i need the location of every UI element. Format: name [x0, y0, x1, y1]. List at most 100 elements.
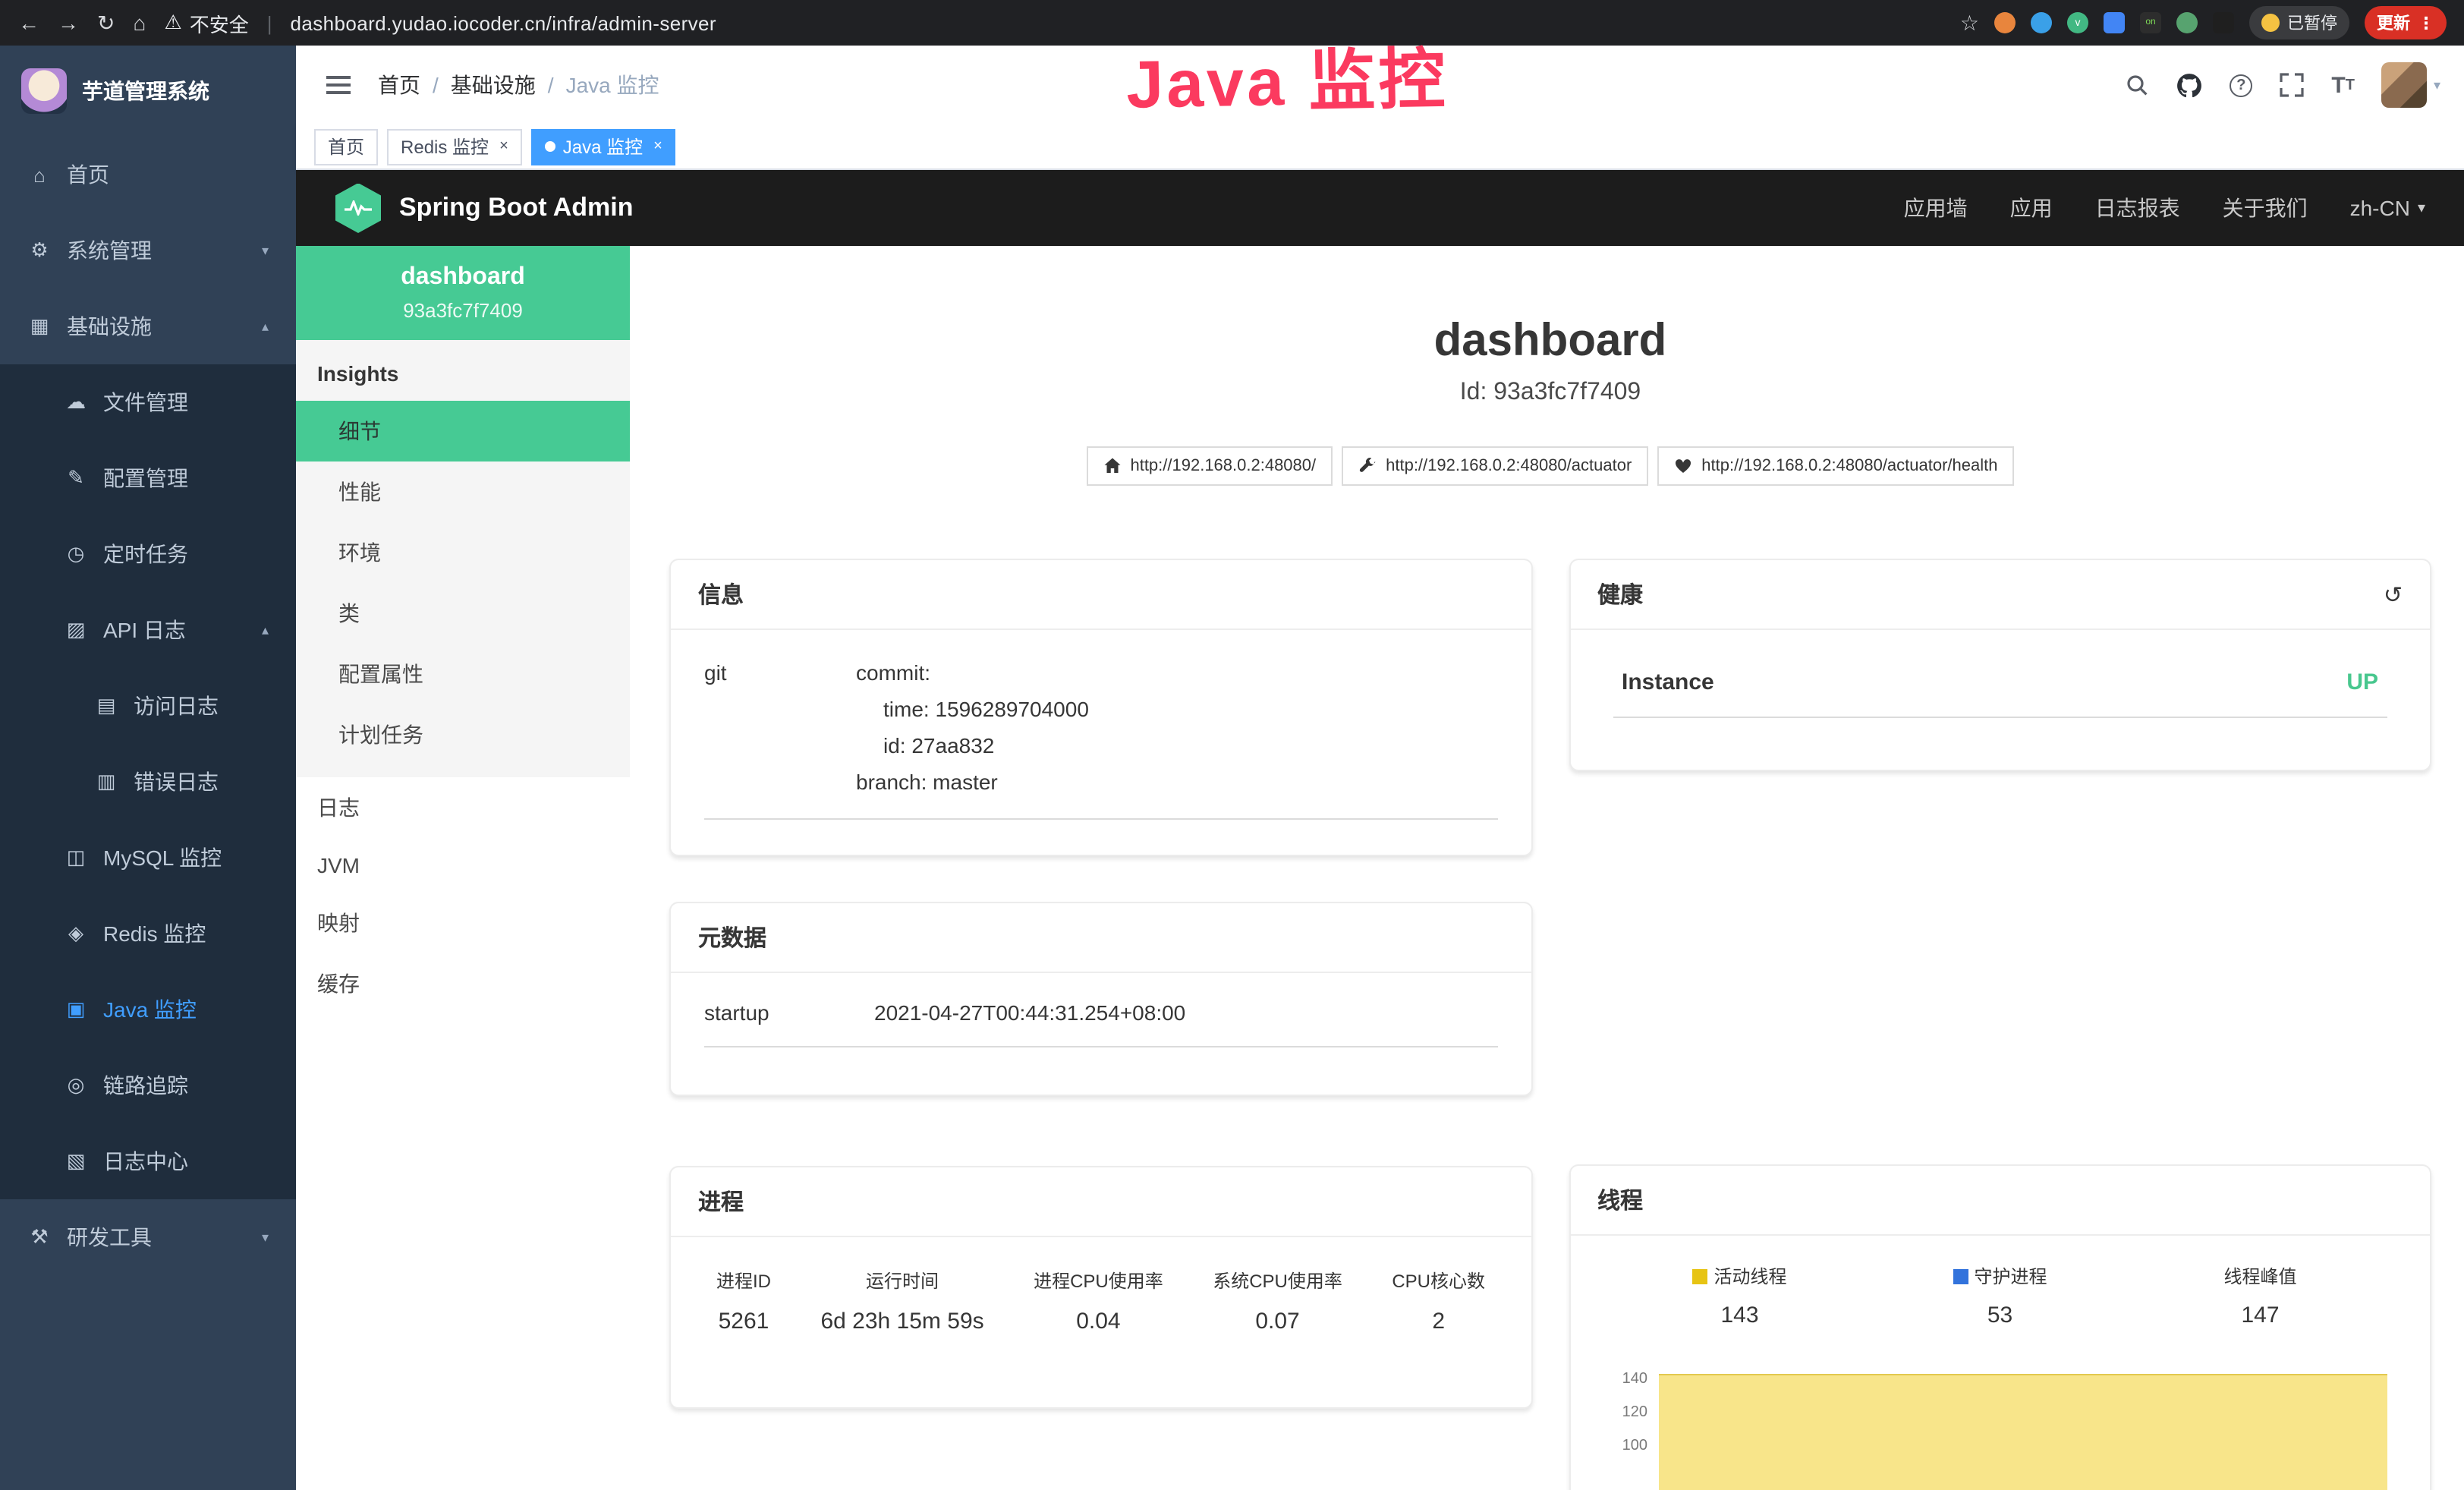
infrastructure-icon: ▦ — [27, 314, 52, 339]
profile-paused-badge[interactable]: 已暂停 — [2249, 6, 2349, 39]
sidebar-item-label: 定时任务 — [103, 539, 188, 569]
breadcrumb-item-home[interactable]: 首页 — [378, 70, 420, 100]
extension-drop-icon[interactable] — [2031, 12, 2052, 33]
avatar[interactable]: ▾ — [2382, 62, 2440, 108]
sidebar-item-log-center[interactable]: ▧ 日志中心 — [0, 1123, 296, 1199]
legend-label: 守护进程 — [1974, 1263, 2047, 1289]
sba-item-scheduled[interactable]: 计划任务 — [296, 704, 630, 765]
sba-app-header[interactable]: dashboard 93a3fc7f7409 — [296, 246, 630, 340]
health-url-link[interactable]: http://192.168.0.2:48080/actuator/health — [1657, 446, 2014, 486]
sba-nav-about[interactable]: 关于我们 — [2223, 193, 2308, 223]
service-url-link[interactable]: http://192.168.0.2:48080/ — [1086, 446, 1333, 486]
chrome-update-button[interactable]: 更新 ⋮ — [2365, 6, 2447, 39]
reload-icon[interactable]: ↻ — [97, 10, 115, 36]
sidebar-item-label: 文件管理 — [103, 387, 188, 417]
instance-label: Instance — [1622, 669, 1714, 695]
sidebar-item-label: 首页 — [67, 159, 109, 190]
sidebar-item-infrastructure[interactable]: ▦ 基础设施 ▴ — [0, 288, 296, 364]
address-bar[interactable]: dashboard.yudao.iocoder.cn/infra/admin-s… — [291, 11, 716, 34]
live-threads-area — [1658, 1374, 2387, 1490]
sidebar-item-home[interactable]: ⌂ 首页 — [0, 137, 296, 213]
sidebar-item-error-logs[interactable]: ▥ 错误日志 — [0, 744, 296, 820]
metric-value: 5261 — [716, 1309, 771, 1334]
mysql-icon: ◫ — [64, 846, 88, 870]
sba-brand-label: Spring Boot Admin — [399, 193, 634, 223]
chart-y-axis: 140 120 100 — [1603, 1362, 1658, 1490]
sidebar-item-redis-monitor[interactable]: ◈ Redis 监控 — [0, 896, 296, 972]
sba-item-environment[interactable]: 环境 — [296, 522, 630, 583]
sba-sidebar: dashboard 93a3fc7f7409 Insights 细节 性能 环境… — [296, 246, 630, 1490]
info-key: git — [704, 654, 856, 800]
breadcrumb-item-infrastructure[interactable]: 基础设施 — [451, 70, 536, 100]
back-icon[interactable]: ← — [18, 11, 39, 35]
sba-item-metrics[interactable]: 性能 — [296, 461, 630, 522]
history-icon[interactable]: ↺ — [2384, 581, 2403, 608]
extension-orange-icon[interactable] — [1994, 12, 2016, 33]
actuator-url-link[interactable]: http://192.168.0.2:48080/actuator — [1342, 446, 1648, 486]
sidebar-item-file-management[interactable]: ☁ 文件管理 — [0, 364, 296, 440]
url-separator: | — [267, 11, 272, 34]
sidebar-item-access-logs[interactable]: ▤ 访问日志 — [0, 668, 296, 744]
tab-java-monitor[interactable]: Java 监控 × — [531, 128, 676, 165]
close-icon[interactable]: × — [653, 138, 662, 155]
sidebar-item-java-monitor[interactable]: ▣ Java 监控 — [0, 972, 296, 1047]
close-icon[interactable]: × — [499, 138, 508, 155]
font-size-icon[interactable]: TT — [2331, 72, 2355, 98]
sba-item-logs[interactable]: 日志 — [296, 777, 630, 838]
sidebar-item-trace[interactable]: ◎ 链路追踪 — [0, 1047, 296, 1123]
fullscreen-icon[interactable] — [2280, 73, 2304, 97]
forward-icon[interactable]: → — [58, 11, 79, 35]
search-icon[interactable] — [2125, 73, 2149, 97]
metric-value: 0.07 — [1213, 1309, 1342, 1334]
github-icon[interactable] — [2176, 72, 2202, 98]
sba-nav-journal[interactable]: 日志报表 — [2095, 193, 2180, 223]
sba-item-caches[interactable]: 缓存 — [296, 953, 630, 1014]
sidebar-item-label: 链路追踪 — [103, 1070, 188, 1101]
chart-plot-area — [1658, 1362, 2396, 1490]
startup-row: startup 2021-04-27T00:44:31.254+08:00 — [704, 997, 1497, 1047]
annotation-text: Java 监控 — [1125, 24, 1449, 127]
sba-item-mappings[interactable]: 映射 — [296, 893, 630, 953]
extension-grid-icon[interactable] — [2104, 12, 2125, 33]
sba-item-jvm[interactable]: JVM — [296, 838, 630, 893]
instance-health-row[interactable]: Instance UP — [1613, 660, 2387, 718]
health-card: 健康 ↺ Instance UP — [1569, 559, 2431, 771]
bookmark-star-icon[interactable]: ☆ — [1960, 10, 1979, 36]
extension-vue-icon[interactable]: v — [2067, 12, 2088, 33]
sidebar-item-label: API 日志 — [103, 615, 186, 645]
metric-label: 进程ID — [716, 1268, 771, 1293]
app-logo[interactable]: 芋道管理系统 — [0, 46, 296, 137]
security-status[interactable]: ⚠ 不安全 — [164, 8, 248, 37]
sba-brand[interactable]: Spring Boot Admin — [335, 183, 634, 233]
help-icon[interactable]: ? — [2230, 74, 2252, 96]
sidebar-item-mysql-monitor[interactable]: ◫ MySQL 监控 — [0, 820, 296, 896]
sba-language-select[interactable]: zh-CN ▾ — [2350, 196, 2425, 220]
extension-paw-icon[interactable] — [2213, 12, 2234, 33]
process-metric: 进程CPU使用率 0.04 — [1034, 1268, 1163, 1334]
extension-on-icon[interactable]: on — [2140, 12, 2161, 33]
sidebar-item-api-logs[interactable]: ▨ API 日志 ▴ — [0, 592, 296, 668]
sidebar-item-scheduled-tasks[interactable]: ◷ 定时任务 — [0, 516, 296, 592]
admin-sidebar: 芋道管理系统 ⌂ 首页 ⚙ 系统管理 ▾ ▦ 基础设施 ▴ ☁ 文件管理 — [0, 46, 296, 1490]
sba-item-config-props[interactable]: 配置属性 — [296, 644, 630, 704]
sba-item-classes[interactable]: 类 — [296, 583, 630, 644]
sidebar-item-system-management[interactable]: ⚙ 系统管理 ▾ — [0, 213, 296, 288]
sidebar-item-config-management[interactable]: ✎ 配置管理 — [0, 440, 296, 516]
git-branch-line: branch: master — [856, 764, 1497, 800]
sidebar-item-dev-tools[interactable]: ⚒ 研发工具 ▾ — [0, 1199, 296, 1275]
tab-redis-monitor[interactable]: Redis 监控 × — [387, 128, 522, 165]
error-log-icon: ▥ — [94, 770, 118, 794]
sba-item-details[interactable]: 细节 — [296, 401, 630, 461]
sba-nav-wallboard[interactable]: 应用墙 — [1904, 193, 1968, 223]
home-browser-icon[interactable]: ⌂ — [133, 11, 146, 35]
hamburger-icon[interactable] — [320, 70, 357, 100]
timer-icon: ◷ — [64, 542, 88, 566]
extension-leaf-icon[interactable] — [2176, 12, 2198, 33]
metric-label: 系统CPU使用率 — [1213, 1268, 1342, 1293]
sba-nav-applications[interactable]: 应用 — [2010, 193, 2053, 223]
sidebar-item-label: MySQL 监控 — [103, 843, 222, 873]
breadcrumb-item-current: Java 监控 — [566, 70, 659, 100]
tab-home[interactable]: 首页 — [314, 128, 378, 165]
metadata-value: 2021-04-27T00:44:31.254+08:00 — [874, 997, 1497, 1028]
y-tick: 100 — [1603, 1429, 1658, 1462]
